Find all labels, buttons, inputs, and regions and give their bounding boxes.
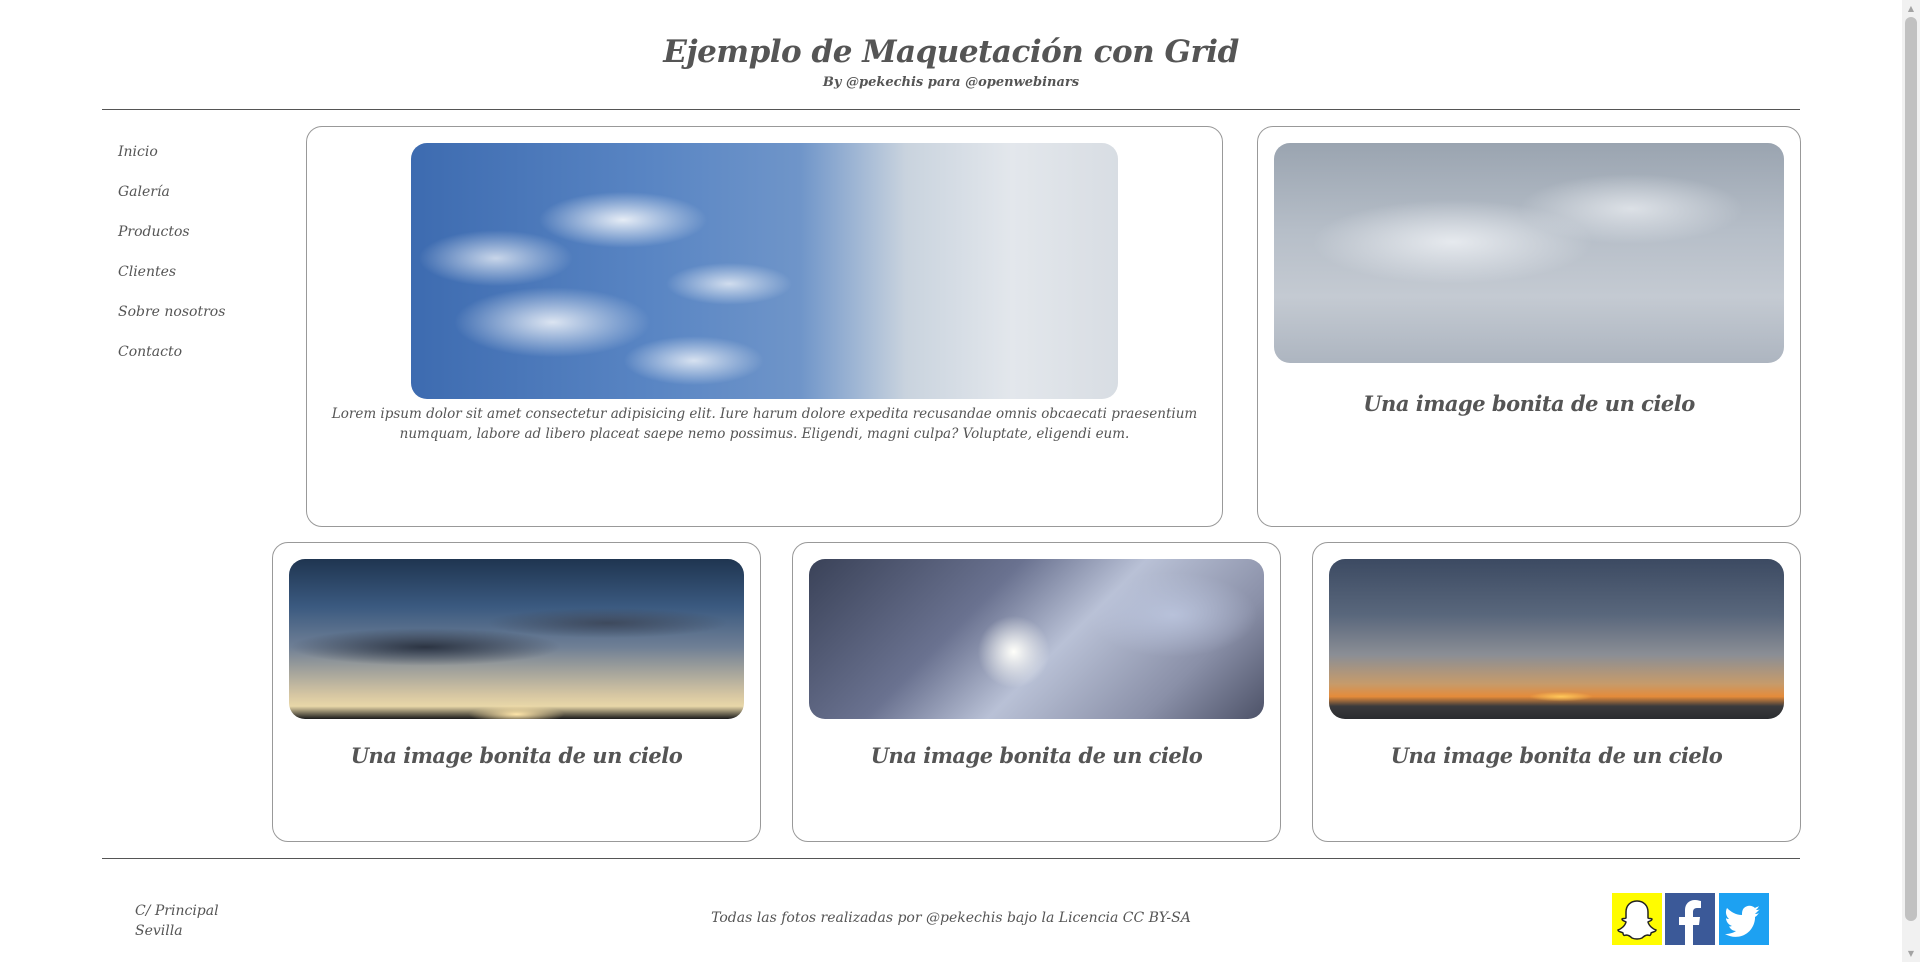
card-description: Lorem ipsum dolor sit amet consectetur a… [331,406,1198,442]
nav-link-contacto[interactable]: Contacto [118,340,225,380]
page-subtitle: By @pekechis para @openwebinars [822,75,1080,90]
card-caption: Una image bonita de un cielo [1363,391,1695,416]
content-card-main: Lorem ipsum dolor sit amet consectetur a… [306,126,1223,527]
nav-link-clientes[interactable]: Clientes [118,260,225,300]
content-card-tree-branches: Una image bonita de un cielo [792,542,1281,842]
scrollbar-thumb[interactable] [1905,17,1917,921]
twitter-icon [1725,905,1760,937]
twitter-link[interactable] [1719,893,1769,945]
sidebar-nav: Inicio Galería Productos Clientes Sobre … [118,140,225,380]
nav-link-galeria[interactable]: Galería [118,180,225,220]
blue-sky-clouds-image [411,143,1118,399]
nav-link-productos[interactable]: Productos [118,220,225,260]
sea-sunset-image [1329,559,1784,719]
facebook-link[interactable] [1665,893,1715,945]
snapchat-link[interactable] [1612,893,1662,945]
scroll-down-arrow-icon[interactable]: ▼ [1902,945,1920,962]
content-card-sea-sunset: Una image bonita de un cielo [1312,542,1801,842]
scroll-up-arrow-icon[interactable]: ▲ [1902,0,1920,17]
card-caption: Una image bonita de un cielo [1390,743,1723,768]
sunset-clouds-image [289,559,744,719]
content-card-overcast: Una image bonita de un cielo [1257,126,1801,527]
card-caption: Una image bonita de un cielo [350,743,683,768]
content-card-sunset-clouds: Una image bonita de un cielo [272,542,761,842]
page: Ejemplo de Maquetación con Grid By @peke… [0,0,1902,962]
overcast-sky-image [1274,143,1784,363]
footer-divider [102,858,1800,859]
card-caption: Una image bonita de un cielo [870,743,1203,768]
snapchat-icon [1617,900,1657,940]
page-title: Ejemplo de Maquetación con Grid [663,34,1239,70]
facebook-icon [1679,900,1701,945]
nav-link-inicio[interactable]: Inicio [118,140,225,180]
nav-link-sobre-nosotros[interactable]: Sobre nosotros [118,300,225,340]
header-divider [102,109,1800,110]
vertical-scrollbar[interactable]: ▲ ▼ [1902,0,1920,962]
tree-branches-sun-image [809,559,1264,719]
